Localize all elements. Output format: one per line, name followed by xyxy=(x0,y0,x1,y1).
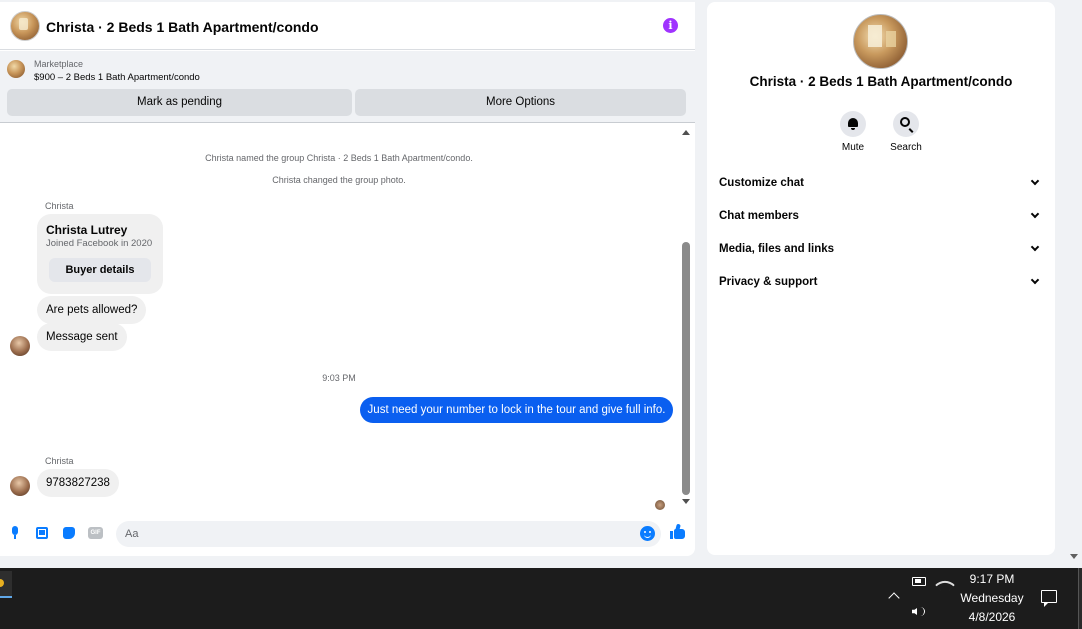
search-label: Search xyxy=(890,142,922,153)
page-scroll-down-arrow[interactable] xyxy=(1070,554,1078,559)
more-options-button[interactable]: More Options xyxy=(355,89,686,116)
chevron-down-icon xyxy=(1030,209,1040,219)
message-input-placeholder: Aa xyxy=(125,528,139,540)
incoming-message[interactable]: Message sent xyxy=(37,323,127,351)
incoming-message[interactable]: 9783827238 xyxy=(37,469,119,497)
section-label: Chat members xyxy=(719,210,799,222)
read-receipt-avatar xyxy=(655,500,665,510)
sender-avatar[interactable] xyxy=(10,476,30,496)
group-avatar-large[interactable] xyxy=(853,14,908,69)
buyer-name: Christa Lutrey xyxy=(46,223,128,237)
chat-panel: Christa · 2 Beds 1 Bath Apartment/condo … xyxy=(0,2,695,556)
show-desktop-button[interactable] xyxy=(1078,568,1082,629)
chevron-down-icon xyxy=(1030,176,1040,186)
chevron-down-icon xyxy=(1030,275,1040,285)
buyer-profile-card: Christa Lutrey Joined Facebook in 2020 B… xyxy=(37,214,163,294)
bell-icon xyxy=(848,118,858,130)
info-icon[interactable]: i xyxy=(663,18,678,33)
message-timestamp: 9:03 PM xyxy=(322,373,356,383)
search-icon xyxy=(900,117,910,127)
scrollbar-thumb[interactable] xyxy=(682,242,690,495)
photo-icon[interactable] xyxy=(35,526,49,540)
sticker-icon[interactable] xyxy=(62,526,76,540)
conversation-details-panel: Christa · 2 Beds 1 Bath Apartment/condo … xyxy=(707,2,1055,555)
buyer-joined-text: Joined Facebook in 2020 xyxy=(46,238,153,249)
scroll-down-arrow[interactable] xyxy=(682,499,690,504)
section-privacy-support[interactable]: Privacy & support xyxy=(719,271,1044,295)
sender-avatar[interactable] xyxy=(10,336,30,356)
message-input[interactable]: Aa xyxy=(116,521,661,547)
incoming-message[interactable]: Are pets allowed? xyxy=(37,296,147,324)
group-avatar[interactable] xyxy=(10,11,40,41)
mute-label: Mute xyxy=(841,142,865,153)
chat-title[interactable]: Christa · 2 Beds 1 Bath Apartment/condo xyxy=(46,19,319,35)
message-text: Message sent xyxy=(46,331,118,343)
volume-icon[interactable] xyxy=(912,605,926,619)
message-text: 9783827238 xyxy=(46,477,110,489)
message-text: Are pets allowed? xyxy=(46,304,138,316)
section-chat-members[interactable]: Chat members xyxy=(719,205,1044,229)
gif-icon[interactable]: GIF xyxy=(88,526,104,540)
battery-icon[interactable] xyxy=(912,577,926,586)
chevron-down-icon xyxy=(1030,242,1040,252)
taskbar-app-button[interactable] xyxy=(0,571,12,598)
outgoing-message[interactable]: Just need your number to lock in the tou… xyxy=(360,397,673,423)
listing-title[interactable]: $900 – 2 Beds 1 Bath Apartment/condo xyxy=(34,72,200,83)
section-media-files-links[interactable]: Media, files and links xyxy=(719,238,1044,262)
emoji-icon[interactable] xyxy=(640,526,655,541)
marketplace-listing-bar: Marketplace $900 – 2 Beds 1 Bath Apartme… xyxy=(0,51,695,123)
sender-name: Christa xyxy=(45,201,74,211)
chat-header: Christa · 2 Beds 1 Bath Apartment/condo … xyxy=(0,2,695,50)
app-icon xyxy=(0,579,4,587)
listing-category: Marketplace xyxy=(34,59,84,69)
buyer-details-button[interactable]: Buyer details xyxy=(49,258,151,282)
section-customize-chat[interactable]: Customize chat xyxy=(719,172,1044,196)
listing-thumbnail[interactable] xyxy=(7,60,25,78)
scroll-up-arrow[interactable] xyxy=(682,130,690,135)
microphone-icon[interactable] xyxy=(8,526,22,540)
sender-name: Christa xyxy=(45,456,74,466)
taskbar-clock-day[interactable]: Wednesday xyxy=(955,591,1029,605)
section-label: Privacy & support xyxy=(719,276,818,288)
thumbs-up-icon[interactable] xyxy=(670,523,686,540)
taskbar-clock-time[interactable]: 9:17 PM xyxy=(955,572,1029,586)
mark-as-pending-button[interactable]: Mark as pending xyxy=(7,89,352,116)
taskbar-clock-date[interactable]: 4/8/2026 xyxy=(955,610,1029,624)
section-label: Media, files and links xyxy=(719,243,835,255)
system-message: Christa named the group Christa · 2 Beds… xyxy=(205,153,473,163)
system-message: Christa changed the group photo. xyxy=(272,175,406,185)
notifications-icon[interactable] xyxy=(1041,590,1057,607)
section-label: Customize chat xyxy=(719,177,804,189)
conversation-title: Christa · 2 Beds 1 Bath Apartment/condo xyxy=(749,74,1013,89)
